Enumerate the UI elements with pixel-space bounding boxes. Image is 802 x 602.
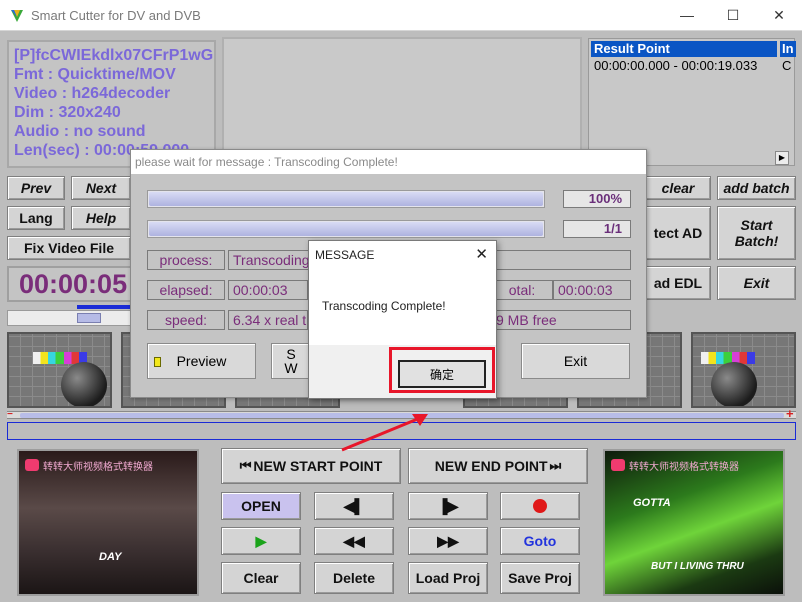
zoom-out-icon[interactable]: − (7, 410, 17, 420)
watermark-logo-icon (611, 459, 625, 471)
total-value: 00:00:03 (553, 280, 631, 300)
oscilloscope-icon (711, 362, 757, 406)
message-box-text: Transcoding Complete! (322, 299, 446, 313)
rewind-icon: ◀◀ (343, 532, 365, 549)
next-frame-icon: ▐▶ (437, 497, 459, 514)
result-column-header[interactable]: Result Point (591, 41, 777, 57)
new-start-point-label: NEW START POINT (253, 458, 383, 474)
overall-progress-fill (149, 192, 543, 206)
right-preview-caption-top: GOTTA (633, 497, 671, 509)
record-button[interactable] (500, 492, 580, 520)
exit-button[interactable]: Exit (717, 266, 796, 300)
open-button[interactable]: OPEN (221, 492, 301, 520)
title-bar: Smart Cutter for DV and DVB — ☐ ✕ (0, 0, 802, 31)
app-logo-icon (11, 10, 23, 22)
prev-frame-icon: ◀▌ (343, 497, 365, 514)
load-edl-button[interactable]: ad EDL (645, 266, 711, 300)
left-preview-watermark: 转转大师视频格式转换器 (43, 462, 153, 473)
end-point-icon: ⏭ (549, 458, 562, 473)
delete-button[interactable]: Delete (314, 562, 394, 594)
elapsed-label: elapsed: (147, 280, 225, 300)
progress-dialog-title: please wait for message : Transcoding Co… (131, 150, 646, 174)
keyframe-thumbnail[interactable] (691, 332, 796, 408)
right-preview-caption-bottom: BUT I LIVING THRU (651, 561, 744, 572)
start-batch-button[interactable]: Start Batch! (717, 206, 796, 260)
add-batch-button[interactable]: add batch (717, 176, 796, 200)
dialog-middle-label-top: S (286, 346, 296, 362)
free-space-value: 9 MB free (491, 310, 631, 330)
info-audio: Audio : no sound (14, 123, 146, 140)
play-icon: ▶ (255, 532, 267, 549)
right-preview-watermark: 转转大师视频格式转换器 (629, 462, 739, 473)
file-progress-fill (149, 222, 543, 236)
dialog-preview-button[interactable]: Preview (147, 343, 256, 379)
overall-progress-bar (147, 190, 545, 208)
next-button[interactable]: Next (71, 176, 131, 200)
detect-ad-button[interactable]: tect AD (645, 206, 711, 260)
result-point-list[interactable]: Result Point In 00:00:00.000 - 00:00:19.… (588, 38, 796, 166)
left-preview-caption: DAY (99, 551, 122, 563)
highlight-box (389, 347, 495, 393)
close-button[interactable]: ✕ (756, 0, 802, 31)
dialog-exit-button[interactable]: Exit (521, 343, 630, 379)
keyframe-thumbnail[interactable] (7, 332, 112, 408)
watermark-logo-icon (25, 459, 39, 471)
next-frame-button[interactable]: ▐▶ (408, 492, 488, 520)
fast-forward-icon: ▶▶ (437, 532, 459, 549)
preview-led-icon (154, 357, 161, 367)
in-column-header[interactable]: In (780, 41, 796, 57)
prev-frame-button[interactable]: ◀▌ (314, 492, 394, 520)
right-preview: 转转大师视频格式转换器 GOTTA BUT I LIVING THRU (603, 449, 785, 596)
result-row[interactable]: 00:00:00.000 - 00:00:19.033 (594, 58, 757, 73)
fix-video-file-button[interactable]: Fix Video File (7, 236, 131, 260)
prev-button[interactable]: Prev (7, 176, 65, 200)
info-video: Video : h264decoder (14, 85, 171, 102)
dialog-middle-button[interactable]: S W (271, 343, 311, 379)
elapsed-value: 00:00:03 (228, 280, 308, 300)
message-box-body: Transcoding Complete! (309, 269, 496, 345)
new-end-point-label: NEW END POINT (434, 458, 548, 474)
left-preview: 转转大师视频格式转换器 DAY (17, 449, 199, 596)
timecode-display: 00:00:05 (7, 266, 134, 302)
file-progress-count: 1/1 (563, 220, 631, 238)
result-row-in[interactable]: C (782, 58, 791, 73)
clear-button[interactable]: Clear (221, 562, 301, 594)
position-slider-track[interactable] (7, 310, 134, 326)
position-marker (77, 305, 133, 309)
overall-progress-percent: 100% (563, 190, 631, 208)
save-proj-button[interactable]: Save Proj (500, 562, 580, 594)
info-format: Fmt : Quicktime/MOV (14, 66, 176, 83)
file-progress-bar (147, 220, 545, 238)
record-icon (533, 499, 547, 513)
lang-button[interactable]: Lang (7, 206, 65, 230)
total-label: otal: (491, 280, 553, 300)
message-box-title: MESSAGE (309, 241, 496, 269)
scroll-right-icon[interactable]: ▶ (775, 151, 789, 165)
dialog-preview-label: Preview (176, 353, 227, 369)
maximize-button[interactable]: ☐ (710, 0, 756, 31)
window-title: Smart Cutter for DV and DVB (31, 8, 201, 23)
minimize-button[interactable]: — (664, 0, 710, 31)
fast-forward-button[interactable]: ▶▶ (408, 527, 488, 555)
dialog-middle-label-bottom: W (284, 360, 298, 376)
start-point-icon: ⏮ (239, 458, 252, 473)
info-filename: [P]fcCWIEkdlx07CFrP1wG (14, 47, 214, 64)
play-button[interactable]: ▶ (221, 527, 301, 555)
load-proj-button[interactable]: Load Proj (408, 562, 488, 594)
goto-button[interactable]: Goto (500, 527, 580, 555)
rewind-button[interactable]: ◀◀ (314, 527, 394, 555)
speed-label: speed: (147, 310, 225, 330)
help-button[interactable]: Help (71, 206, 131, 230)
position-slider-thumb[interactable] (77, 313, 101, 323)
process-label: process: (147, 250, 225, 270)
speed-value: 6.34 x real ti (228, 310, 308, 330)
message-box-close-icon[interactable]: ✕ (475, 241, 488, 269)
red-arrow-annotation (341, 414, 428, 452)
clear-list-button[interactable]: clear (645, 176, 711, 200)
info-dimension: Dim : 320x240 (14, 104, 121, 121)
oscilloscope-icon (61, 362, 107, 406)
zoom-in-icon[interactable]: + (786, 407, 796, 420)
